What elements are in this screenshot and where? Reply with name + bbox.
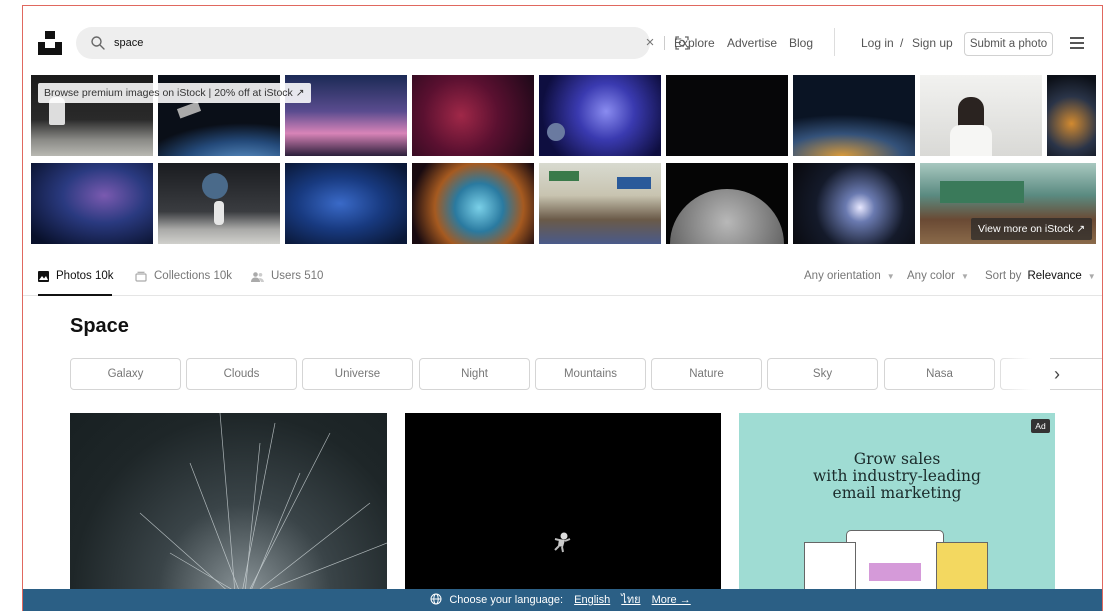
istock-image[interactable] — [793, 163, 915, 244]
istock-image[interactable] — [412, 75, 534, 156]
istock-image[interactable] — [31, 163, 153, 244]
istock-image[interactable] — [539, 163, 661, 244]
chevron-down-icon: ▼ — [886, 271, 895, 281]
page-title: Space — [70, 315, 129, 337]
language-english-link[interactable]: English — [574, 594, 610, 606]
language-prompt: Choose your language: — [449, 594, 564, 606]
chevron-down-icon: ▼ — [1087, 271, 1096, 281]
language-thai-link[interactable]: ไทย — [621, 594, 640, 606]
istock-image[interactable] — [1047, 75, 1096, 156]
chip-nasa[interactable]: Nasa — [884, 358, 995, 390]
sort-filter[interactable]: Sort by Relevance ▼ — [985, 266, 1096, 286]
orientation-filter-label: Any orientation — [804, 270, 881, 282]
astronaut-figure — [554, 532, 571, 553]
login-signup-separator: / — [900, 36, 904, 50]
tab-users[interactable]: Users 510 — [251, 266, 323, 286]
nav-advertise[interactable]: Advertise — [727, 27, 777, 59]
chip-universe[interactable]: Universe — [302, 358, 413, 390]
tab-photos[interactable]: Photos 10k — [38, 266, 114, 286]
tab-collections[interactable]: Collections 10k — [135, 266, 232, 286]
search-icon — [91, 36, 105, 50]
istock-image[interactable] — [793, 75, 915, 156]
chevron-down-icon: ▼ — [960, 271, 969, 281]
results-tabs: Photos 10k Collections 10k Users 510 Any… — [23, 256, 1102, 296]
globe-icon — [430, 593, 442, 605]
istock-image[interactable] — [666, 163, 788, 244]
chip-night[interactable]: Night — [419, 358, 530, 390]
istock-image[interactable] — [920, 75, 1042, 156]
sort-prefix: Sort by — [985, 270, 1022, 282]
related-search-chips: Galaxy Clouds Universe Night Mountains N… — [70, 358, 1102, 390]
ad-label: Ad — [1031, 419, 1050, 433]
language-more-link[interactable]: More → — [652, 594, 691, 606]
search-input[interactable] — [114, 27, 574, 59]
istock-promo-badge[interactable]: Browse premium images on iStock | 20% of… — [38, 83, 311, 103]
istock-image[interactable] — [285, 163, 407, 244]
nav-divider — [834, 28, 835, 56]
color-filter-label: Any color — [907, 270, 955, 282]
top-header: × Explore Advertise Blog Log in / Sign u… — [23, 6, 1102, 68]
sort-value: Relevance — [1027, 270, 1082, 282]
signup-link[interactable]: Sign up — [912, 27, 953, 59]
view-more-istock-button[interactable]: View more on iStock ↗ — [971, 218, 1093, 240]
language-bar: Choose your language: English ไทย More → — [23, 589, 1102, 611]
search-bar: × — [76, 27, 689, 59]
clear-search-icon[interactable]: × — [641, 34, 659, 52]
orientation-filter[interactable]: Any orientation ▼ — [804, 266, 895, 286]
istock-image[interactable] — [539, 75, 661, 156]
chip-galaxy[interactable]: Galaxy — [70, 358, 181, 390]
login-link[interactable]: Log in — [861, 27, 894, 59]
photo-card[interactable] — [70, 413, 387, 593]
color-filter[interactable]: Any color ▼ — [907, 266, 969, 286]
ad-card[interactable] — [739, 413, 1055, 593]
search-divider — [664, 36, 665, 50]
chevron-right-icon[interactable]: › — [1045, 362, 1069, 386]
istock-image[interactable] — [412, 163, 534, 244]
collections-icon — [135, 271, 147, 282]
nav-blog[interactable]: Blog — [789, 27, 813, 59]
hamburger-menu-icon[interactable] — [1070, 37, 1084, 49]
unsplash-logo[interactable] — [38, 31, 62, 55]
tab-users-label: Users 510 — [271, 270, 324, 282]
tab-collections-label: Collections 10k — [154, 270, 232, 282]
active-tab-indicator — [38, 294, 112, 296]
istock-image[interactable] — [158, 163, 280, 244]
chip-sky[interactable]: Sky — [767, 358, 878, 390]
browser-frame: × Explore Advertise Blog Log in / Sign u… — [22, 5, 1103, 611]
ad-headline: Grow sales with industry-leading email m… — [813, 450, 981, 502]
submit-photo-button[interactable]: Submit a photo — [964, 32, 1053, 56]
light-streaks — [139, 413, 387, 593]
photo-icon — [38, 270, 49, 282]
istock-image[interactable] — [666, 75, 788, 156]
chip-clouds[interactable]: Clouds — [186, 358, 297, 390]
chips-fade — [990, 358, 1050, 390]
nav-explore[interactable]: Explore — [674, 27, 715, 59]
tab-photos-label: Photos 10k — [56, 270, 114, 282]
photo-card[interactable] — [405, 413, 721, 593]
chip-mountains[interactable]: Mountains — [535, 358, 646, 390]
chip-nature[interactable]: Nature — [651, 358, 762, 390]
users-icon — [251, 271, 264, 282]
